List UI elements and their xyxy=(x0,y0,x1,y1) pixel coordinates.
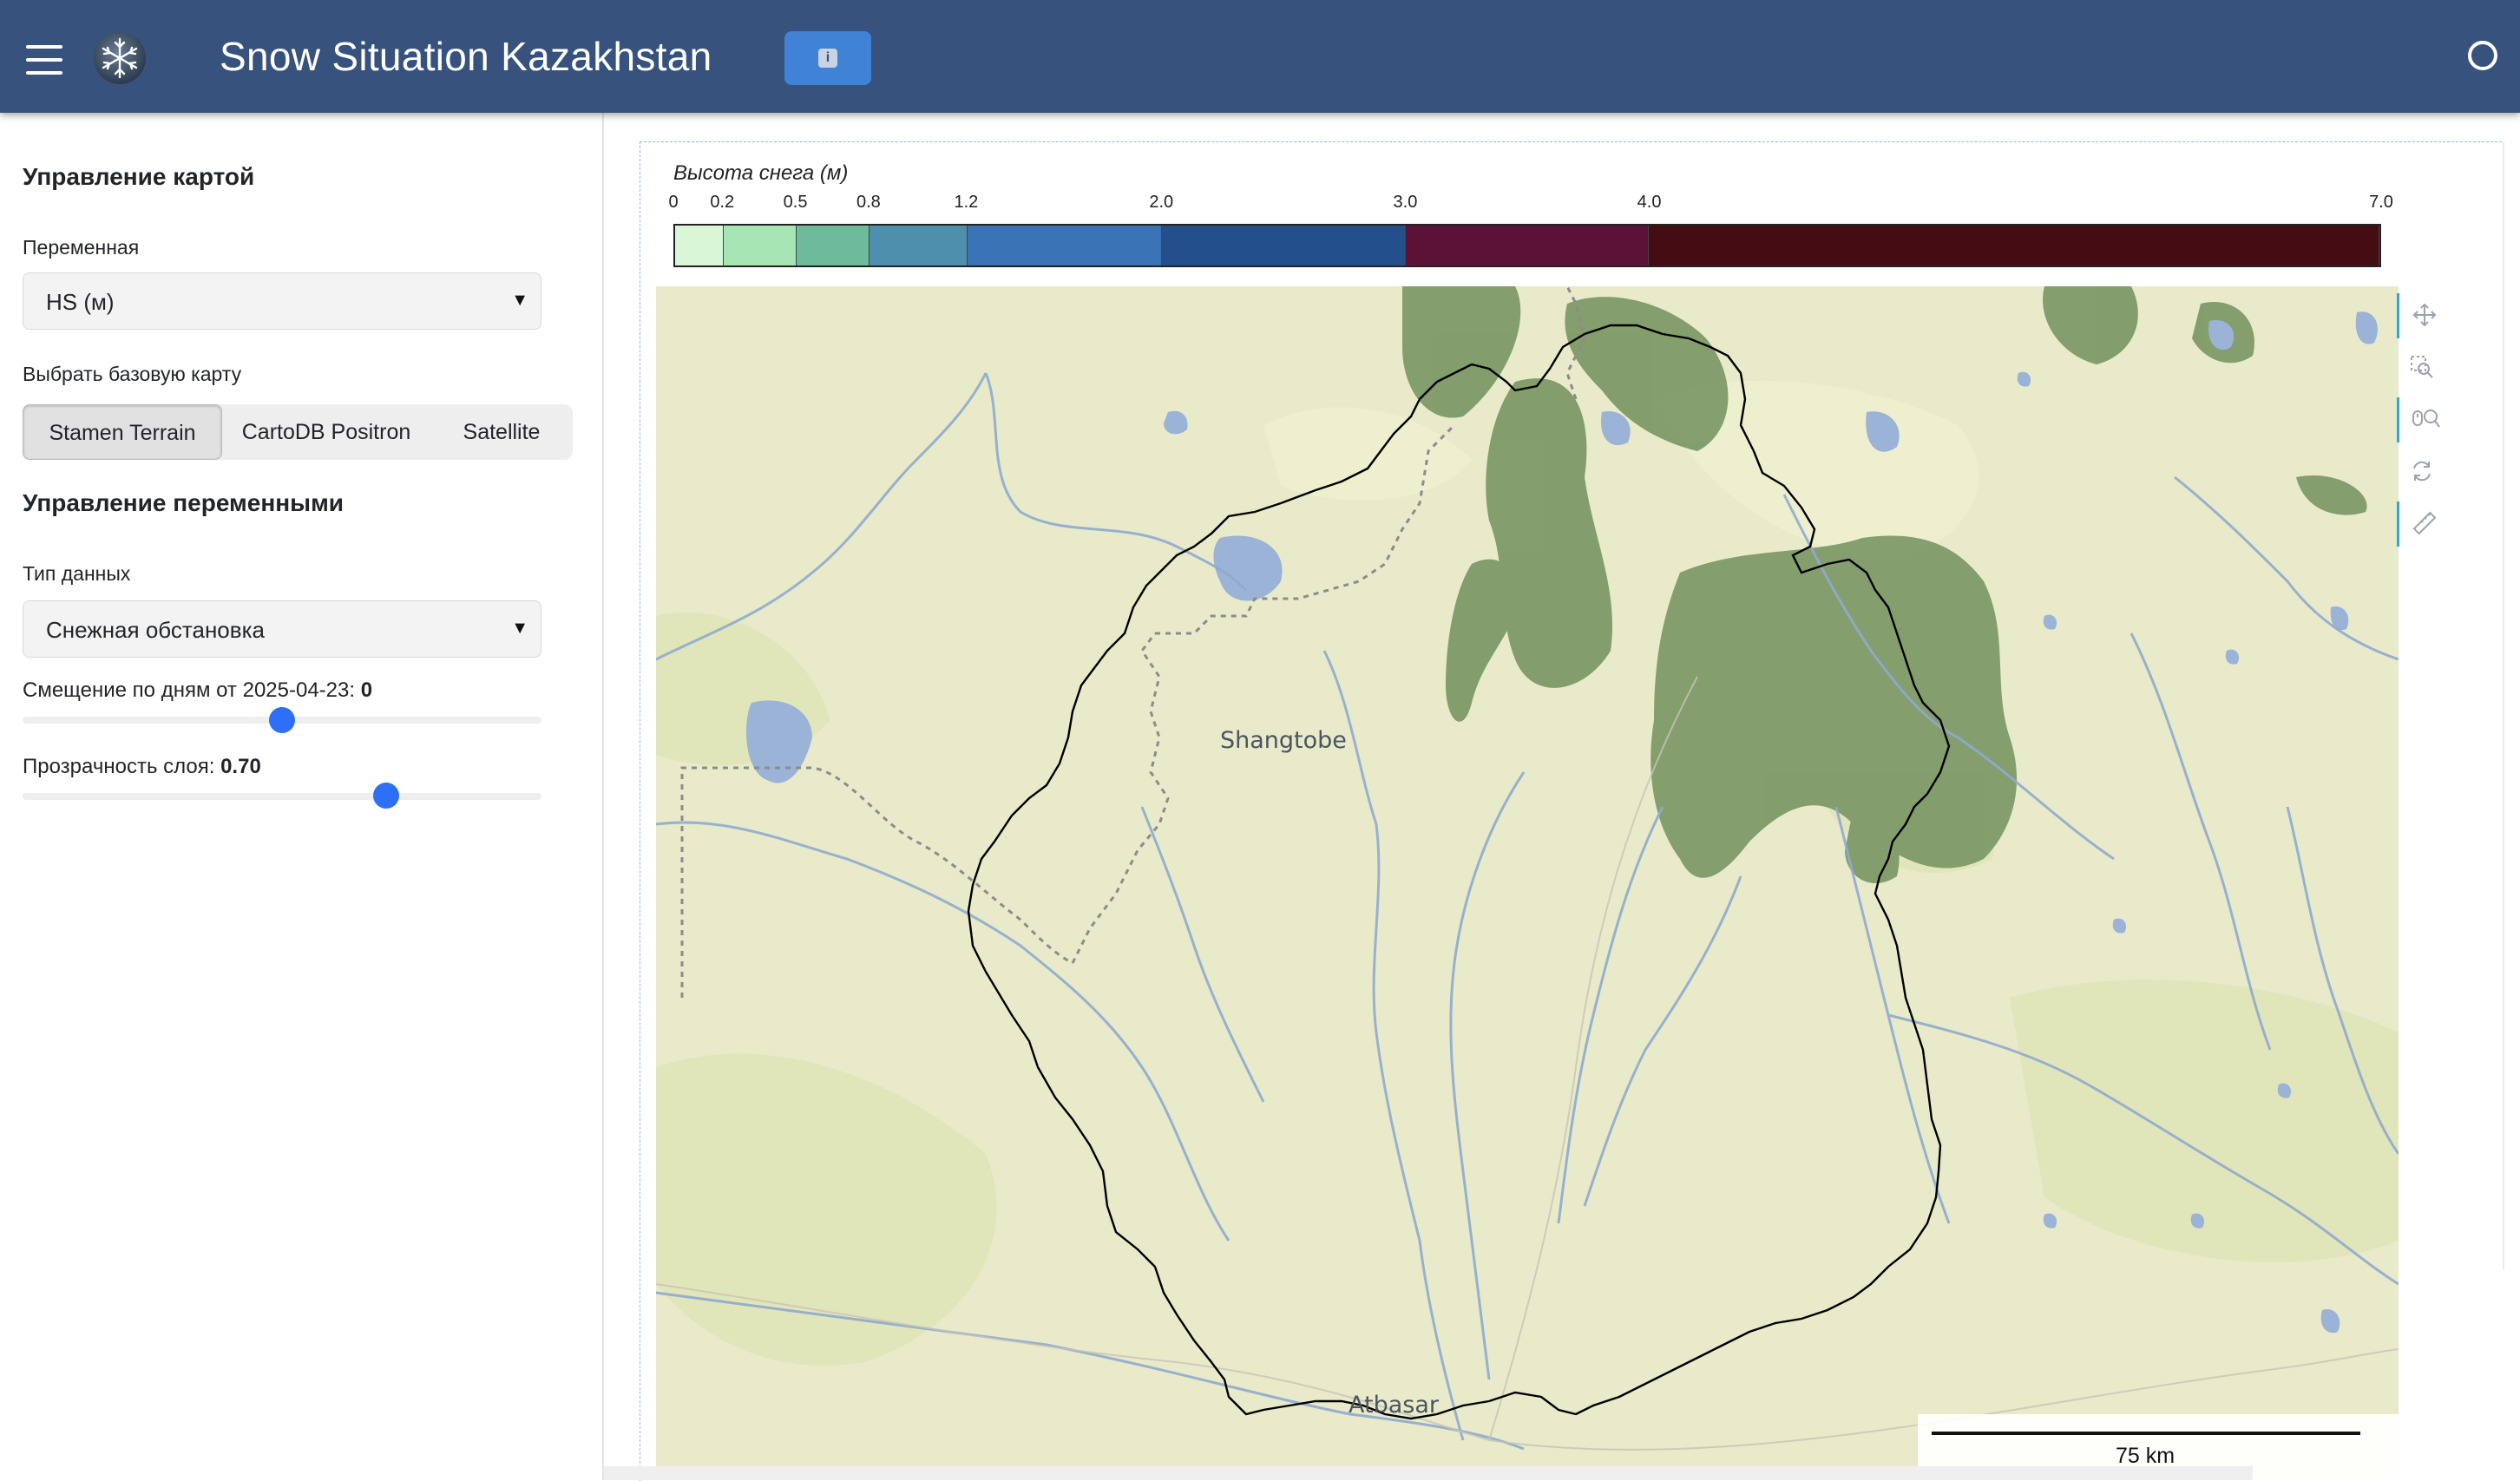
colorbar-tick-label: 3.0 xyxy=(1393,193,1418,212)
circle-status-icon xyxy=(2468,41,2497,70)
pan-icon[interactable] xyxy=(2397,293,2450,338)
opacity-label: Прозрачность слоя: 0.70 xyxy=(23,755,261,779)
info-button[interactable]: i xyxy=(784,31,871,85)
colorbar-tick-label: 0 xyxy=(668,193,679,212)
box-zoom-icon[interactable] xyxy=(2397,345,2447,390)
colorbar-segment xyxy=(1162,226,1406,265)
opacity-label-text: Прозрачность слоя: xyxy=(23,755,215,778)
colorbar-segment xyxy=(870,226,968,265)
opacity-slider[interactable] xyxy=(23,793,541,800)
opacity-slider-handle[interactable] xyxy=(372,783,399,809)
horizontal-scrollbar[interactable] xyxy=(604,1466,2253,1480)
colorbar-segment xyxy=(1405,226,1650,265)
data-type-select-value: Снежная обстановка xyxy=(46,617,265,643)
colorbar-segment xyxy=(675,226,725,265)
chevron-down-icon: ▼ xyxy=(511,291,528,310)
colorbar-segment xyxy=(967,226,1163,265)
ruler-icon[interactable] xyxy=(2397,501,2450,547)
scale-bar-line xyxy=(1932,1432,2360,1435)
map-toolbar xyxy=(2397,286,2449,555)
reset-icon[interactable] xyxy=(2397,449,2447,495)
info-icon: i xyxy=(818,49,837,68)
colorbar-segment xyxy=(797,226,870,265)
day-offset-label: Смещение по дням от 2025-04-23: 0 xyxy=(23,678,372,703)
colorbar-tick-label: 0.5 xyxy=(783,193,808,212)
basemap-label: Выбрать базовую карту xyxy=(23,363,242,385)
colorbar-tick-label: 4.0 xyxy=(1637,193,1662,212)
opacity-value: 0.70 xyxy=(220,755,261,778)
app-title: Snow Situation Kazakhstan xyxy=(220,34,712,79)
colorbar-tick-label: 0.8 xyxy=(856,193,881,212)
data-type-select[interactable]: Снежная обстановка ▼ xyxy=(23,600,541,658)
variable-select[interactable]: HS (м) ▼ xyxy=(23,272,541,330)
colorbar-tick-label: 1.2 xyxy=(954,193,979,212)
map-controls-title: Управление картой xyxy=(23,163,255,190)
map-canvas xyxy=(656,286,2399,1451)
map-view[interactable]: Shangtobe Atbasar xyxy=(656,286,2399,1480)
colorbar-segment xyxy=(1649,226,2379,265)
place-label: Atbasar xyxy=(1349,1392,1439,1419)
colorbar xyxy=(673,224,2381,267)
basemap-stamen-terrain-button[interactable]: Stamen Terrain xyxy=(23,404,222,460)
variable-label: Переменная xyxy=(23,236,140,259)
place-label: Shangtobe xyxy=(1220,727,1347,754)
hamburger-icon[interactable] xyxy=(26,45,62,75)
day-offset-value: 0 xyxy=(360,678,373,702)
day-offset-label-text: Смещение по дням от 2025-04-23: xyxy=(23,678,356,702)
basemap-button-group: Stamen Terrain CartoDB Positron Satellit… xyxy=(23,404,573,460)
basemap-satellite-button[interactable]: Satellite xyxy=(430,404,573,460)
snowflake-logo-icon xyxy=(94,32,146,84)
colorbar-title: Высота снега (м) xyxy=(673,161,849,185)
colorbar-tick-label: 7.0 xyxy=(2369,193,2393,212)
scale-bar-label: 75 km xyxy=(2116,1444,2175,1468)
wheel-zoom-icon[interactable] xyxy=(2397,397,2450,442)
variable-select-value: HS (м) xyxy=(46,289,115,315)
plot-edge xyxy=(2503,141,2504,1269)
basemap-cartodb-positron-button[interactable]: CartoDB Positron xyxy=(222,404,430,460)
variable-controls-title: Управление переменными xyxy=(23,489,344,516)
colorbar-tick-label: 2.0 xyxy=(1149,193,1174,212)
day-offset-slider-handle[interactable] xyxy=(269,707,295,733)
colorbar-tick-label: 0.2 xyxy=(710,193,735,212)
data-type-label: Тип данных xyxy=(23,562,131,585)
colorbar-segment xyxy=(724,226,797,265)
sidebar: Управление картой Переменная HS (м) ▼ Вы… xyxy=(0,113,604,1480)
chevron-down-icon: ▼ xyxy=(511,619,528,638)
app-header: Snow Situation Kazakhstan i xyxy=(0,0,2520,113)
